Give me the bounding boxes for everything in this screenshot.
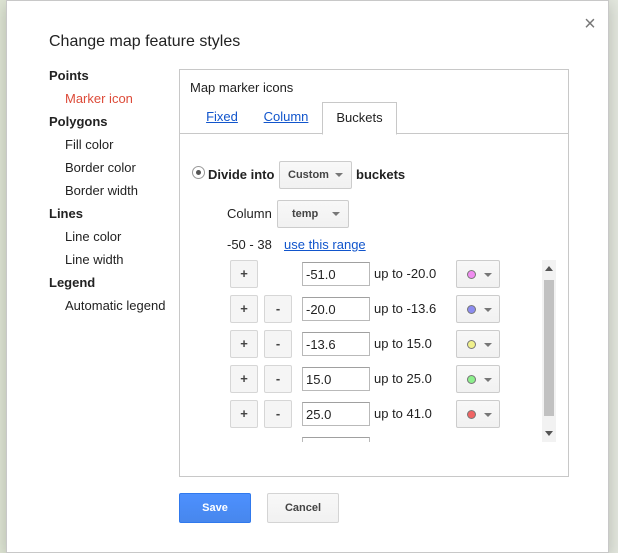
divide-radio[interactable] [192,166,205,179]
close-icon[interactable]: × [581,14,599,34]
chevron-down-icon [332,212,340,216]
column-label: Column [227,206,272,221]
bucket-scrollbar[interactable] [542,260,556,442]
buckets-label: buckets [356,167,406,182]
bucket-min-input[interactable] [302,262,370,286]
style-nav: Points Marker icon Polygons Fill color B… [49,67,179,320]
marker-icons-panel: Map marker icons Fixed Column Buckets Di… [179,69,569,477]
tab-column[interactable]: Column [256,102,316,134]
add-bucket-button[interactable]: + [230,295,258,323]
bucket-max-value: 41.0 [406,406,432,421]
bucket-count-value: Custom [288,169,329,181]
bucket-min-input[interactable] [302,297,370,321]
nav-item-fill-color[interactable]: Fill color [49,136,179,159]
tab-bar: Fixed Column Buckets [180,102,568,135]
chevron-down-icon [484,273,492,277]
nav-item-marker-icon[interactable]: Marker icon [49,90,179,113]
bucket-max-value: 15.0 [406,336,432,351]
remove-bucket-button[interactable]: - [264,365,292,393]
add-bucket-button[interactable]: + [230,330,258,358]
bucket-min-input[interactable] [302,332,370,356]
upto-label: up to [374,301,403,316]
bucket-color-dropdown[interactable] [456,365,500,393]
remove-bucket-button[interactable]: - [264,330,292,358]
color-swatch-icon [467,340,476,349]
upto-label: up to [374,371,403,386]
color-swatch-icon [467,375,476,384]
bucket-row: + - up to -13.6 [230,295,556,330]
bucket-max-value: -13.6 [406,301,437,316]
chevron-down-icon [484,343,492,347]
column-value: temp [292,208,319,220]
chevron-down-icon [484,378,492,382]
bucket-list: + up to -20.0 + - up to -13.6 [230,260,556,442]
add-bucket-button[interactable]: + [230,365,258,393]
save-button[interactable]: Save [179,493,251,523]
cancel-button[interactable]: Cancel [267,493,339,523]
chevron-down-icon [484,413,492,417]
bucket-color-dropdown[interactable] [456,330,500,358]
bucket-color-dropdown[interactable] [456,295,500,323]
upto-label: up to [374,266,403,281]
panel-title: Map marker icons [190,80,294,95]
map-edge-right [608,0,618,553]
bucket-row [230,435,556,442]
nav-heading-polygons: Polygons [49,114,108,129]
bucket-min-input[interactable] [302,367,370,391]
color-swatch-icon [467,410,476,419]
bucket-row: + - up to 41.0 [230,400,556,435]
remove-bucket-button[interactable]: - [264,295,292,323]
chevron-down-icon [484,308,492,312]
nav-item-border-width[interactable]: Border width [49,182,179,205]
nav-heading-legend: Legend [49,275,96,290]
bucket-color-dropdown[interactable] [456,400,500,428]
bucket-row: + - up to 15.0 [230,330,556,365]
scroll-up-icon[interactable] [545,266,553,271]
bucket-count-dropdown[interactable]: Custom [279,161,352,189]
chevron-down-icon [335,173,343,177]
color-swatch-icon [467,270,476,279]
nav-item-line-color[interactable]: Line color [49,228,179,251]
nav-heading-lines: Lines [49,206,83,221]
dialog-title: Change map feature styles [49,33,241,50]
bucket-row: + - up to 25.0 [230,365,556,400]
bucket-max-value: -20.0 [406,266,437,281]
add-bucket-button[interactable]: + [230,400,258,428]
use-range-link[interactable]: use this range [284,237,366,252]
scroll-down-icon[interactable] [545,431,553,436]
upto-label: up to [374,336,403,351]
range-text: -50 - 38 [227,237,272,252]
nav-item-automatic-legend[interactable]: Automatic legend [49,297,179,320]
tab-buckets[interactable]: Buckets [322,102,397,135]
upto-label: up to [374,406,403,421]
bucket-color-dropdown[interactable] [456,260,500,288]
bucket-max-value: 25.0 [406,371,432,386]
nav-heading-points: Points [49,68,89,83]
nav-item-line-width[interactable]: Line width [49,251,179,274]
remove-bucket-button[interactable]: - [264,400,292,428]
nav-item-border-color[interactable]: Border color [49,159,179,182]
tab-fixed[interactable]: Fixed [196,102,248,134]
bucket-row: + up to -20.0 [230,260,556,295]
add-bucket-button[interactable]: + [230,260,258,288]
bucket-min-input[interactable] [302,437,370,442]
bucket-min-input[interactable] [302,402,370,426]
color-swatch-icon [467,305,476,314]
divide-label: Divide into [208,167,275,182]
style-dialog: × Change map feature styles Points Marke… [6,0,609,553]
scroll-thumb[interactable] [544,280,554,416]
column-dropdown[interactable]: temp [277,200,349,228]
